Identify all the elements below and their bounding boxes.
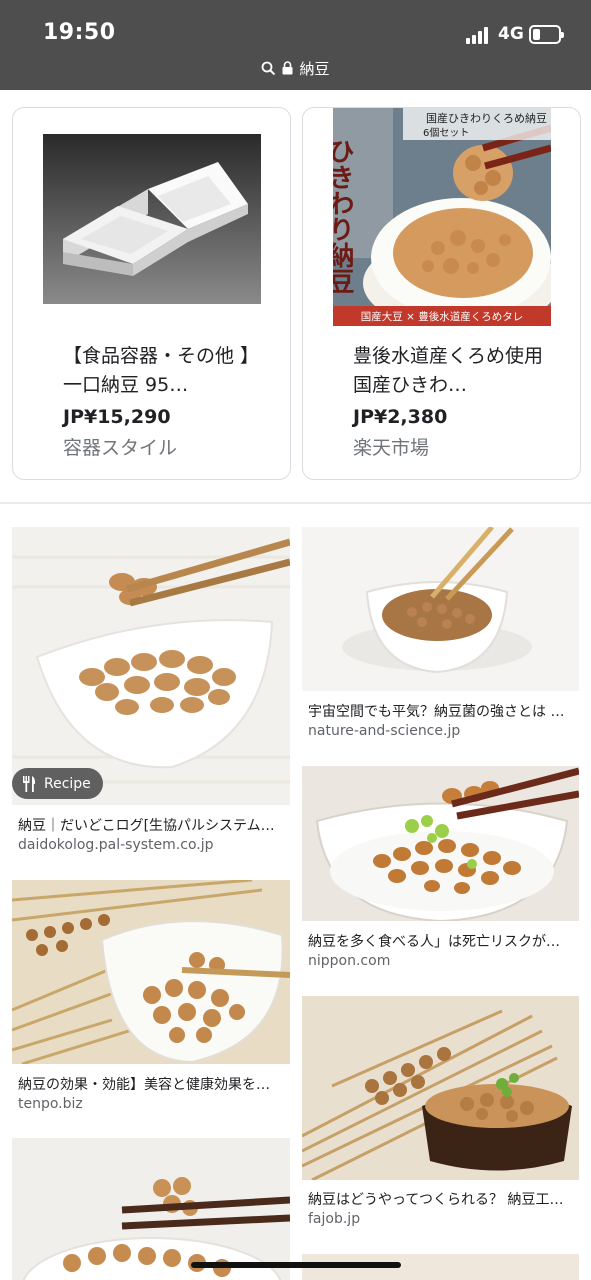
- image-result-thumbnail[interactable]: [12, 527, 290, 805]
- result-caption[interactable]: 納豆はどうやってつくられる？ 納豆工…: [308, 1189, 570, 1209]
- result-domain: tenpo.biz: [18, 1096, 83, 1112]
- product-price: JP¥15,290: [63, 406, 171, 428]
- result-domain: nature-and-science.jp: [308, 723, 461, 739]
- image-text-side: ひきわり納豆: [333, 138, 354, 294]
- image-result-thumbnail[interactable]: [12, 1138, 290, 1280]
- shopping-card[interactable]: 国産ひきわりくろめ納豆 6個セット ひきわり納豆 国産大豆 × 豊後水道産くろめ…: [302, 107, 581, 480]
- product-title: 豊後水道産くろめ使用 国産ひきわ…: [353, 345, 544, 396]
- image-result-thumbnail[interactable]: [12, 880, 290, 1064]
- section-divider: [0, 502, 591, 504]
- result-domain: fajob.jp: [308, 1211, 361, 1227]
- lock-icon: [282, 61, 293, 75]
- product-image: [43, 134, 261, 304]
- network-type: 4G: [498, 24, 524, 44]
- image-text-top: 国産ひきわりくろめ納豆: [426, 112, 547, 125]
- url-bar[interactable]: 納豆: [0, 56, 591, 80]
- result-domain: nippon.com: [308, 953, 391, 969]
- result-caption[interactable]: 納豆の効果・効能】美容と健康効果を…: [18, 1074, 280, 1094]
- image-result-thumbnail[interactable]: [302, 996, 579, 1180]
- result-caption[interactable]: 宇宙空間でも平気？納豆菌の強さとは …: [308, 701, 570, 721]
- search-icon: [262, 61, 276, 75]
- image-result-thumbnail[interactable]: [302, 766, 579, 921]
- result-caption[interactable]: 納豆｜だいどこログ[生協パルシステム…: [18, 815, 280, 835]
- status-bar: 19:50 4G 納豆: [0, 0, 591, 90]
- url-query: 納豆: [299, 59, 330, 78]
- result-caption[interactable]: 納豆を多く食べる人」は死亡リスクが…: [308, 931, 570, 951]
- image-result-thumbnail[interactable]: [302, 527, 579, 691]
- home-indicator[interactable]: [191, 1262, 401, 1268]
- clock: 19:50: [43, 20, 116, 45]
- image-text-bottom: 国産大豆 × 豊後水道産くろめタレ: [361, 310, 523, 323]
- product-price: JP¥2,380: [353, 406, 448, 428]
- fork-knife-icon: [23, 775, 36, 792]
- recipe-badge: Recipe: [12, 768, 103, 799]
- result-domain: daidokolog.pal-system.co.jp: [18, 837, 214, 853]
- recipe-badge-label: Recipe: [44, 775, 91, 792]
- image-text-sub: 6個セット: [423, 126, 469, 139]
- battery-icon: [529, 25, 564, 44]
- product-title: 【食品容器・その他 】一口納豆 95…: [63, 345, 260, 396]
- shopping-card[interactable]: 【食品容器・その他 】一口納豆 95… JP¥15,290 容器スタイル: [12, 107, 291, 480]
- product-seller: 楽天市場: [353, 437, 430, 459]
- product-seller: 容器スタイル: [63, 437, 178, 459]
- signal-strength-icon: [466, 26, 492, 44]
- product-image: 国産ひきわりくろめ納豆 6個セット ひきわり納豆 国産大豆 × 豊後水道産くろめ…: [333, 108, 551, 326]
